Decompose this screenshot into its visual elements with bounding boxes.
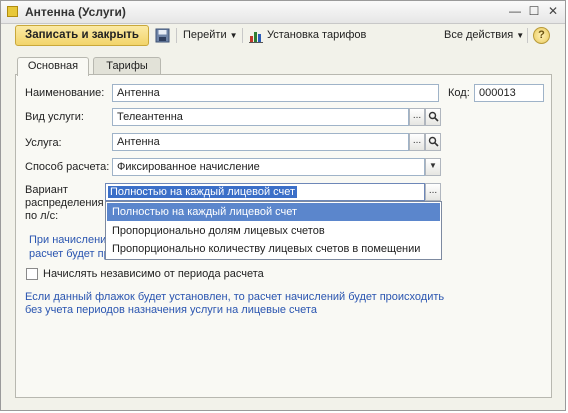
save-icon[interactable]: [155, 28, 170, 46]
close-button[interactable]: ✕: [545, 4, 561, 19]
service-type-field[interactable]: Телеантенна: [112, 108, 409, 126]
distribution-field[interactable]: Полностью на каждый лицевой счет: [105, 183, 425, 201]
independent-period-checkbox[interactable]: [26, 268, 38, 280]
all-actions-label: Все действия: [444, 29, 514, 41]
service-select-button[interactable]: ...: [409, 133, 425, 151]
tab-tariffs[interactable]: Тарифы: [93, 57, 161, 75]
app-icon: [7, 6, 18, 17]
service-window: Антенна (Услуги) — ☐ ✕ Записать и закрыт…: [0, 0, 566, 411]
toolbar-separator: [242, 28, 243, 43]
independent-period-label[interactable]: Начислять независимо от периода расчета: [43, 268, 264, 280]
search-icon: [428, 111, 439, 122]
distribution-label-line1: Вариант: [25, 184, 68, 196]
help-button[interactable]: ?: [533, 27, 550, 44]
tab-main[interactable]: Основная: [17, 57, 89, 76]
maximize-button[interactable]: ☐: [526, 4, 542, 19]
chevron-down-icon: ▼: [516, 31, 525, 40]
set-tariffs-button[interactable]: Установка тарифов: [267, 29, 366, 41]
service-search-button[interactable]: [425, 133, 441, 151]
distribution-label-line2: распределения: [25, 197, 104, 209]
distribution-value: Полностью на каждый лицевой счет: [108, 186, 298, 198]
code-label: Код:: [448, 87, 470, 99]
hint-text-line2: без учета периодов назначения услуги на …: [25, 304, 317, 316]
distribution-select-button[interactable]: ...: [425, 183, 441, 201]
name-label: Наименование:: [25, 87, 105, 99]
info-text-line2: расчет будет пр: [29, 248, 110, 260]
search-icon: [428, 136, 439, 147]
toolbar: Записать и закрыть Перейти ▼ Установка т…: [1, 24, 565, 48]
distribution-dropdown-list: Полностью на каждый лицевой счет Пропорц…: [105, 201, 442, 260]
chart-icon: [249, 28, 264, 46]
window-title: Антенна (Услуги): [25, 5, 126, 19]
calc-method-label: Способ расчета:: [25, 161, 110, 173]
service-type-search-button[interactable]: [425, 108, 441, 126]
calc-method-dropdown-button[interactable]: ▼: [425, 158, 441, 176]
service-field[interactable]: Антенна: [112, 133, 409, 151]
goto-menu[interactable]: Перейти ▼: [183, 29, 238, 41]
calc-method-select[interactable]: Фиксированное начисление: [112, 158, 425, 176]
dropdown-option-account-count[interactable]: Пропорционально количеству лицевых счето…: [107, 240, 440, 258]
info-text-line1: При начислени: [29, 234, 107, 246]
dropdown-option-shares[interactable]: Пропорционально долям лицевых счетов: [107, 222, 440, 240]
name-field[interactable]: Антенна: [112, 84, 439, 102]
goto-label: Перейти: [183, 29, 227, 41]
service-type-select-button[interactable]: ...: [409, 108, 425, 126]
minimize-button[interactable]: —: [507, 4, 523, 19]
service-label: Услуга:: [25, 137, 62, 149]
code-field[interactable]: 000013: [474, 84, 544, 102]
hint-text-line1: Если данный флажок будет установлен, то …: [25, 291, 445, 303]
service-type-label: Вид услуги:: [25, 111, 84, 123]
dropdown-option-full[interactable]: Полностью на каждый лицевой счет: [107, 203, 440, 221]
toolbar-separator: [176, 28, 177, 43]
chevron-down-icon: ▼: [229, 31, 238, 40]
toolbar-separator: [527, 28, 528, 43]
distribution-label-line3: по л/с:: [25, 210, 59, 222]
title-bar: Антенна (Услуги) — ☐ ✕: [1, 1, 565, 24]
save-and-close-button[interactable]: Записать и закрыть: [15, 25, 149, 46]
chevron-down-icon: ▼: [429, 161, 437, 170]
all-actions-menu[interactable]: Все действия ▼: [444, 29, 524, 41]
